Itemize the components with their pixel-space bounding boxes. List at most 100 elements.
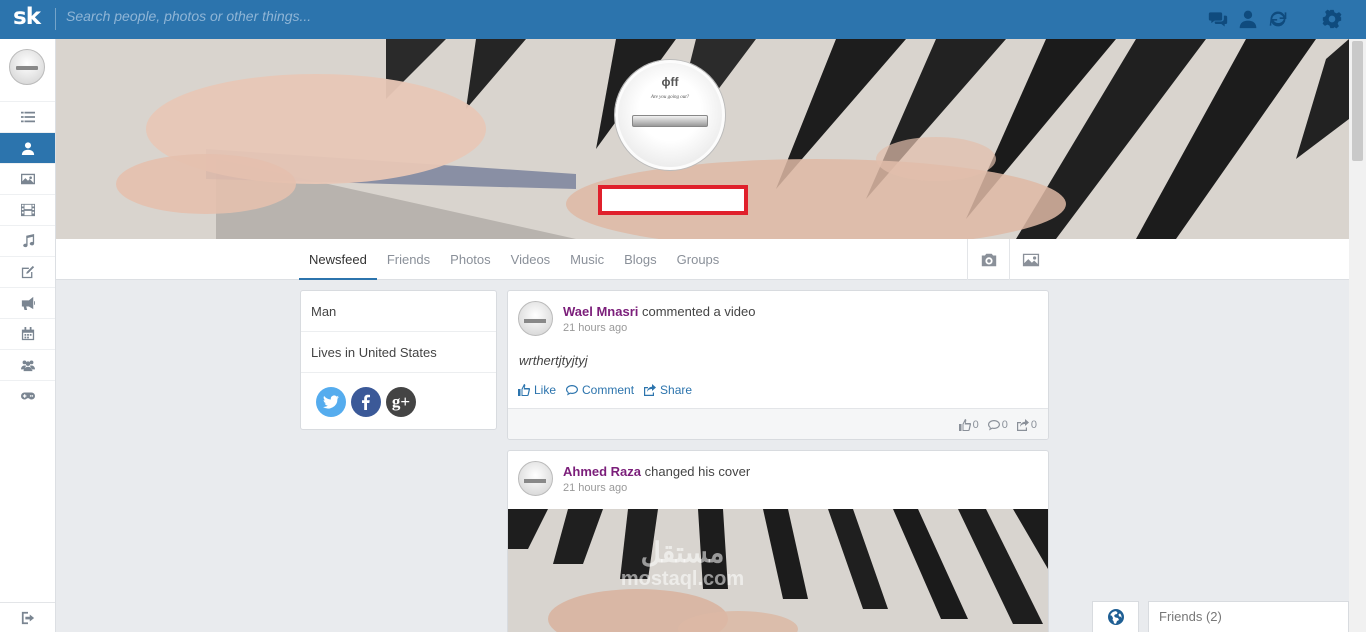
tab-videos[interactable]: Videos (501, 239, 561, 280)
share-icon (1016, 419, 1029, 431)
logout-button[interactable] (0, 602, 55, 632)
post-header: Ahmed Raza changed his cover (563, 464, 750, 479)
logout-icon (21, 611, 34, 624)
sidebar-item-groups[interactable] (0, 349, 55, 380)
globe-icon (1107, 609, 1124, 625)
likes-value: 0 (972, 419, 979, 431)
image-icon (1022, 253, 1039, 266)
tab-music[interactable]: Music (560, 239, 614, 280)
piano-photo (508, 509, 1048, 632)
like-button[interactable]: Like (518, 383, 556, 397)
post-author-avatar[interactable] (518, 461, 553, 496)
sidebar-item-music[interactable] (0, 225, 55, 256)
sidebar-item-events[interactable] (0, 318, 55, 349)
profile-tabs: Newsfeed Friends Photos Videos Music Blo… (299, 239, 729, 280)
profile-pic-graphic (632, 115, 708, 127)
profile-picture[interactable]: ɸff Are you going out? (615, 60, 725, 170)
thumbs-up-icon (518, 384, 530, 396)
post-author-avatar[interactable] (518, 301, 553, 336)
sidebar-item-profile[interactable] (0, 132, 55, 163)
comment-button[interactable]: Comment (566, 383, 634, 397)
group-icon (20, 360, 35, 372)
google-plus-icon: g+ (391, 392, 411, 411)
twitter-icon (323, 395, 339, 409)
change-avatar-button[interactable] (967, 239, 1009, 280)
tab-groups[interactable]: Groups (667, 239, 730, 280)
sidebar-item-games[interactable] (0, 380, 55, 411)
user-icon (21, 142, 34, 155)
post-timestamp[interactable]: 21 hours ago (563, 482, 627, 494)
calendar-icon (21, 327, 34, 341)
sidebar-item-photos[interactable] (0, 163, 55, 194)
google-plus-button[interactable]: g+ (386, 387, 416, 417)
page-scrollbar[interactable] (1349, 39, 1366, 632)
cover-photo: ɸff Are you going out? (56, 39, 1349, 239)
post-action-text: changed his cover (644, 464, 751, 479)
friend-requests-icon[interactable] (1238, 9, 1258, 34)
about-gender: Man (301, 291, 496, 332)
profile-name (598, 185, 748, 215)
camera-icon (981, 253, 996, 266)
likes-count[interactable]: 0 (958, 419, 979, 431)
post-author-name[interactable]: Wael Mnasri (563, 304, 638, 319)
post-actions: Like Comment Share (518, 383, 692, 397)
site-logo[interactable]: sk (13, 4, 41, 30)
post-cover-image[interactable] (508, 509, 1048, 632)
left-sidebar (0, 39, 56, 632)
scrollbar-thumb[interactable] (1352, 41, 1363, 161)
share-label: Share (660, 383, 693, 397)
post-author-name[interactable]: Ahmed Raza (563, 464, 641, 479)
comments-icon (987, 420, 1000, 431)
sidebar-item-videos[interactable] (0, 194, 55, 225)
chat-online-toggle[interactable] (1092, 601, 1139, 632)
photo-icon (20, 173, 35, 185)
edit-icon (21, 265, 34, 279)
search-input[interactable]: Search people, photos or other things... (66, 8, 566, 24)
twitter-button[interactable] (316, 387, 346, 417)
tab-friends[interactable]: Friends (377, 239, 440, 280)
profile-pic-brand: ɸff (661, 75, 679, 89)
facebook-button[interactable] (351, 387, 381, 417)
post-stats: 0 0 0 (508, 408, 1048, 439)
watermark: مستقل mostaql.com (600, 537, 765, 592)
sidebar-item-feed[interactable] (0, 101, 55, 132)
megaphone-icon (21, 296, 35, 310)
post-body: wrthertjtyjtyj (519, 353, 588, 368)
tab-newsfeed[interactable]: Newsfeed (299, 239, 377, 280)
tab-photos[interactable]: Photos (440, 239, 500, 280)
post-header: Wael Mnasri commented a video (563, 304, 755, 319)
music-icon (22, 234, 34, 248)
refresh-icon[interactable] (1268, 9, 1288, 34)
sidebar-avatar[interactable] (9, 49, 45, 85)
chat-icon[interactable] (1208, 9, 1228, 34)
top-navbar: sk Search people, photos or other things… (0, 0, 1366, 39)
social-links: g+ (301, 373, 496, 417)
profile-media-actions (967, 239, 1051, 280)
sidebar-item-blogs[interactable] (0, 256, 55, 287)
profile-tabs-bar: Newsfeed Friends Photos Videos Music Blo… (56, 239, 1349, 280)
list-icon (20, 111, 35, 123)
tab-blogs[interactable]: Blogs (614, 239, 667, 280)
share-button[interactable]: Share (644, 383, 692, 397)
like-label: Like (534, 383, 557, 397)
sidebar-item-announcements[interactable] (0, 287, 55, 318)
change-cover-button[interactable] (1009, 239, 1051, 280)
shares-value: 0 (1030, 419, 1037, 431)
top-actions (1208, 9, 1342, 34)
shares-count[interactable]: 0 (1016, 419, 1037, 431)
comment-label: Comment (582, 383, 635, 397)
watermark-latin: mostaql.com (620, 568, 745, 590)
thumbs-up-icon (958, 419, 971, 431)
about-card: Man Lives in United States g+ (300, 290, 497, 430)
post-timestamp[interactable]: 21 hours ago (563, 322, 627, 334)
comments-count[interactable]: 0 (987, 419, 1008, 431)
feed-post: Wael Mnasri commented a video 21 hours a… (507, 290, 1049, 440)
chat-friends-tab[interactable]: Friends (2) (1148, 601, 1349, 632)
watermark-arabic: مستقل (640, 537, 725, 568)
settings-icon[interactable] (1322, 9, 1342, 34)
sidebar-menu (0, 101, 55, 411)
profile-pic-tagline: Are you going out? (650, 95, 690, 100)
comment-icon (566, 385, 579, 396)
comments-value: 0 (1001, 419, 1008, 431)
